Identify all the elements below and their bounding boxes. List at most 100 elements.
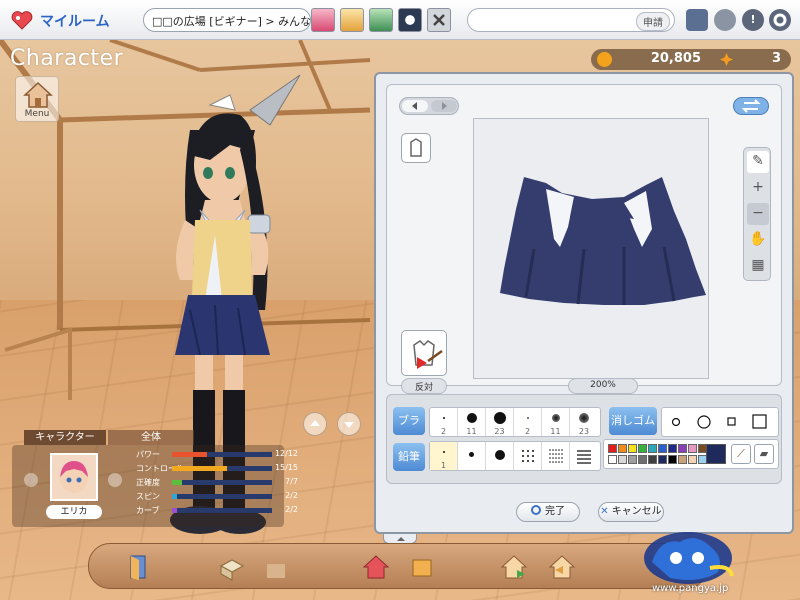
friend-avatar-1[interactable]: [311, 8, 335, 32]
pencil-lines[interactable]: [570, 442, 598, 470]
pencil-dots-dense[interactable]: [542, 442, 570, 470]
item-box-icon[interactable]: [217, 552, 247, 582]
friend-avatar-3[interactable]: [369, 8, 393, 32]
pixel-canvas[interactable]: [473, 118, 709, 379]
stat-bar: [172, 480, 272, 485]
stat-label: 正確度: [136, 478, 160, 487]
ok-circle-icon: [531, 505, 541, 515]
color-swatch[interactable]: [688, 455, 697, 464]
brush-size-23[interactable]: 23: [486, 408, 514, 436]
puzzle-icon[interactable]: [407, 552, 437, 582]
color-swatch[interactable]: [688, 444, 697, 453]
next-arrow-icon[interactable]: [431, 100, 457, 112]
zoom-in-icon[interactable]: +: [747, 177, 769, 199]
mirror-label: 反対: [401, 378, 447, 394]
eraser-small-square[interactable]: [718, 408, 746, 436]
color-swatch[interactable]: [648, 444, 657, 453]
pencil-dots-sparse[interactable]: [514, 442, 542, 470]
house-swap-icon[interactable]: [547, 552, 577, 582]
zoom-level: 200%: [568, 378, 638, 394]
brush-size-2[interactable]: 2: [430, 408, 458, 436]
color-swatch[interactable]: [678, 444, 687, 453]
shirt-part-button[interactable]: [401, 133, 431, 163]
alert-icon[interactable]: !: [742, 9, 764, 31]
size-num: 11: [550, 427, 561, 436]
mirror-button[interactable]: [401, 330, 447, 376]
eyedropper-icon[interactable]: ⟋: [731, 444, 751, 464]
friend-avatar-2[interactable]: [340, 8, 364, 32]
home-icon[interactable]: [361, 552, 391, 582]
soft-brush-size-2[interactable]: 2: [514, 408, 542, 436]
bottom-dock: [88, 543, 708, 589]
brush-tab[interactable]: ブラシ: [393, 407, 425, 455]
friend-avatar-4[interactable]: [398, 8, 422, 32]
pangya-url[interactable]: www.pangya.jp: [652, 583, 728, 594]
eraser-large-round[interactable]: [690, 408, 718, 436]
color-swatch[interactable]: [638, 455, 647, 464]
cancel-button[interactable]: ✕ キャンセル: [598, 502, 664, 522]
color-swatch[interactable]: [628, 455, 637, 464]
house-icon: [23, 81, 53, 108]
next-character-arrow-icon[interactable]: [108, 473, 122, 487]
color-swatch[interactable]: [618, 455, 627, 464]
color-swatch[interactable]: [668, 455, 677, 464]
bucket-icon[interactable]: ▰: [754, 444, 774, 464]
soft-brush-size-23[interactable]: 23: [570, 408, 598, 436]
room-name-field[interactable]: □□の広場 [ビギナー] > みんなで大...: [143, 8, 311, 32]
stat-bar: [172, 466, 272, 471]
color-swatch[interactable]: [608, 444, 617, 453]
eraser-large-square[interactable]: [746, 408, 774, 436]
pencil-size-large[interactable]: [486, 442, 514, 470]
myroom-heart-icon[interactable]: [10, 8, 34, 32]
gear-icon[interactable]: [769, 9, 791, 31]
exit-door-icon[interactable]: [123, 552, 153, 582]
notebook-icon[interactable]: [686, 9, 708, 31]
pencil-size-small[interactable]: [458, 442, 486, 470]
pencil-tool-icon[interactable]: ✎: [747, 151, 769, 173]
color-swatch[interactable]: [678, 455, 687, 464]
myroom-label[interactable]: マイルーム: [40, 11, 110, 31]
friends-icon[interactable]: [714, 9, 736, 31]
zoom-out-icon[interactable]: −: [747, 203, 769, 225]
ok-button[interactable]: 完了: [516, 502, 580, 522]
stat-row: カーブ 2/2: [136, 505, 298, 516]
menu-button[interactable]: Menu: [15, 76, 59, 122]
pencil-tab[interactable]: 鉛筆: [393, 443, 425, 471]
hand-tool-icon[interactable]: ✋: [747, 229, 769, 251]
stat-row: 正確度 7/7: [136, 477, 298, 488]
grid-icon[interactable]: ▦: [747, 255, 769, 277]
size-num: 1: [440, 461, 447, 470]
color-swatch[interactable]: [628, 444, 637, 453]
color-swatch[interactable]: [618, 444, 627, 453]
stat-bar-fill: [172, 494, 177, 499]
color-swatch[interactable]: [668, 444, 677, 453]
tab-character[interactable]: キャラクター: [24, 430, 106, 445]
close-slot-icon[interactable]: [427, 8, 451, 32]
house-green-icon[interactable]: [499, 552, 529, 582]
size-num: 2: [440, 427, 447, 436]
apply-button[interactable]: 申請: [636, 12, 670, 31]
scroll-down-icon[interactable]: [337, 412, 361, 436]
pencil-size-1[interactable]: 1: [430, 442, 458, 470]
avatar[interactable]: [50, 453, 98, 501]
brush-size-11[interactable]: 11: [458, 408, 486, 436]
color-swatch[interactable]: [657, 454, 668, 465]
color-swatch[interactable]: [608, 455, 617, 464]
swap-view-button[interactable]: [733, 97, 769, 115]
eraser-small-round[interactable]: [662, 408, 690, 436]
color-swatch[interactable]: [658, 444, 667, 453]
color-swatch[interactable]: [638, 444, 647, 453]
scroll-up-icon[interactable]: [303, 412, 327, 436]
apply-field[interactable]: 申請: [467, 8, 675, 32]
tab-all[interactable]: 全体: [108, 430, 194, 445]
color-swatch[interactable]: [648, 455, 657, 464]
soft-brush-size-11[interactable]: 11: [542, 408, 570, 436]
eraser-tab[interactable]: 消しゴム: [609, 407, 657, 435]
prev-arrow-icon[interactable]: [402, 100, 428, 112]
stat-label: カーブ: [136, 506, 160, 515]
stat-value: 2/2: [285, 505, 298, 514]
prev-character-arrow-icon[interactable]: [24, 473, 38, 487]
gift-box-icon[interactable]: [261, 552, 291, 582]
size-num: 2: [524, 427, 531, 436]
ok-label: 完了: [545, 506, 565, 517]
